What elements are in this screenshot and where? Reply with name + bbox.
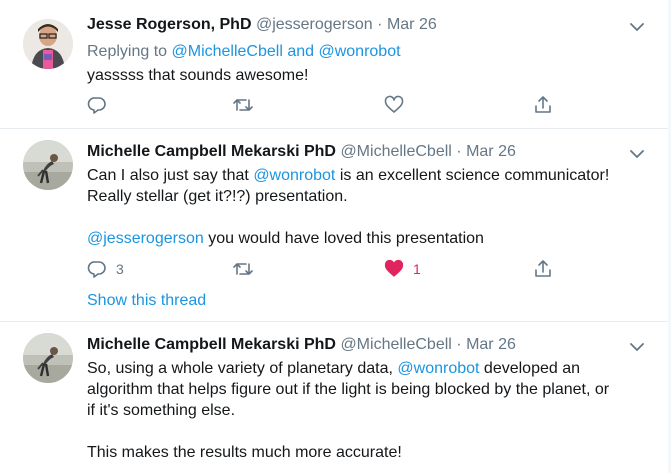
tweet-date[interactable]: Mar 26 <box>466 143 516 160</box>
text-segment: Can I also just say that <box>87 167 254 184</box>
share-button[interactable] <box>533 94 553 116</box>
tweet-header: Jesse Rogerson, PhD @jesserogerson · Mar… <box>87 16 437 34</box>
text-segment: is an excellent science communicator! <box>335 167 610 184</box>
show-thread-link[interactable]: Show this thread <box>87 292 206 310</box>
share-icon <box>533 259 553 279</box>
tweet-header: Michelle Campbell Mekarski PhD @Michelle… <box>87 143 516 161</box>
avatar-jesse[interactable] <box>23 19 73 69</box>
meta-separator: · <box>456 336 462 353</box>
tweet-text-line: if it's something else. <box>87 402 236 419</box>
avatar-michelle[interactable] <box>23 333 73 383</box>
reply-icon <box>87 259 107 279</box>
tweet-date[interactable]: Mar 26 <box>466 336 516 353</box>
like-button[interactable]: 1 <box>384 258 421 280</box>
tweet-date[interactable]: Mar 26 <box>387 16 437 33</box>
chevron-down-icon[interactable] <box>629 19 645 31</box>
author-handle[interactable]: @MichelleCbell <box>340 143 451 160</box>
tweet-text-line: This makes the results much more accurat… <box>87 444 402 461</box>
like-icon <box>384 95 404 115</box>
tweet-text-line: Can I also just say that @wonrobot is an… <box>87 165 609 186</box>
text-segment: you would have loved this presentation <box>203 230 484 247</box>
tweet-text-line: So, using a whole variety of planetary d… <box>87 358 580 379</box>
meta-separator: · <box>456 143 462 160</box>
tweet-header: Michelle Campbell Mekarski PhD @Michelle… <box>87 336 516 354</box>
tweet-text: yasssss that sounds awesome! <box>87 67 309 84</box>
author-name[interactable]: Michelle Campbell Mekarski PhD <box>87 143 336 160</box>
like-count: 1 <box>413 261 421 277</box>
text-segment: So, using a whole variety of planetary d… <box>87 360 398 377</box>
reply-count: 3 <box>116 261 124 277</box>
replying-to: Replying to @MichelleCbell and @wonrobot <box>87 41 401 62</box>
mention-link[interactable]: @MichelleCbell <box>172 43 283 60</box>
mention-link[interactable]: @jesserogerson <box>87 230 204 247</box>
mention-link[interactable]: @wonrobot <box>397 360 479 377</box>
text-segment: developed an <box>479 360 580 377</box>
retweet-button[interactable] <box>232 94 254 116</box>
mention-link[interactable]: @wonrobot <box>318 43 400 60</box>
tweet-3[interactable]: Michelle Campbell Mekarski PhD @Michelle… <box>0 322 671 473</box>
author-handle[interactable]: @jesserogerson <box>256 16 373 33</box>
chevron-down-icon[interactable] <box>629 339 645 351</box>
tweet-2[interactable]: Michelle Campbell Mekarski PhD @Michelle… <box>0 129 671 321</box>
share-button[interactable] <box>533 258 553 280</box>
author-name[interactable]: Michelle Campbell Mekarski PhD <box>87 336 336 353</box>
chevron-down-icon[interactable] <box>629 146 645 158</box>
reply-and-text: and <box>282 43 319 60</box>
author-name[interactable]: Jesse Rogerson, PhD <box>87 16 252 33</box>
like-icon <box>384 259 404 279</box>
tweet-text-line: @jesserogerson you would have loved this… <box>87 228 484 249</box>
avatar-michelle[interactable] <box>23 140 73 190</box>
author-handle[interactable]: @MichelleCbell <box>340 336 451 353</box>
reply-icon <box>87 95 107 115</box>
tweet-1[interactable]: Jesse Rogerson, PhD @jesserogerson · Mar… <box>0 0 671 128</box>
reply-prefix: Replying to <box>87 43 172 60</box>
meta-separator: · <box>377 16 383 33</box>
retweet-icon <box>232 259 254 279</box>
reply-button[interactable] <box>87 94 107 116</box>
reply-button[interactable]: 3 <box>87 258 124 280</box>
share-icon <box>533 95 553 115</box>
like-button[interactable] <box>384 94 404 116</box>
tweet-text-line: Really stellar (get it?!?) presentation. <box>87 188 348 205</box>
retweet-icon <box>232 95 254 115</box>
tweet-text-line: algorithm that helps figure out if the l… <box>87 381 610 398</box>
retweet-button[interactable] <box>232 258 254 280</box>
mention-link[interactable]: @wonrobot <box>253 167 335 184</box>
